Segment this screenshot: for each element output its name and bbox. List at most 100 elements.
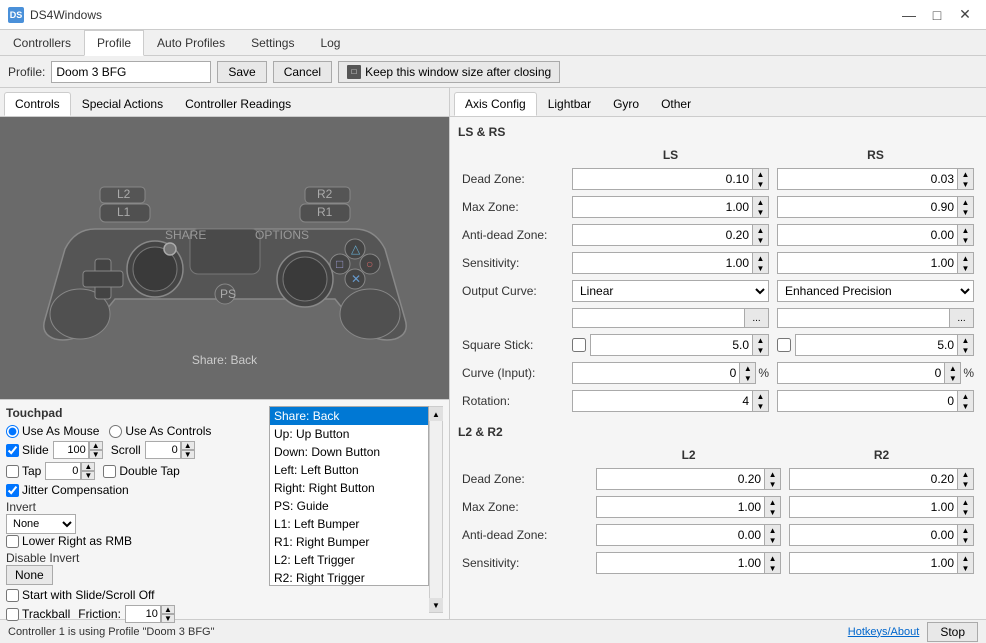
r2-dead-zone-up[interactable]: ▲ <box>957 469 973 479</box>
friction-input[interactable] <box>125 605 161 623</box>
l2-anti-dead-down[interactable]: ▼ <box>764 535 780 545</box>
scroll-up-btn[interactable]: ▲ <box>181 441 195 450</box>
share-list[interactable]: Share: Back Up: Up Button Down: Down But… <box>269 406 429 586</box>
rs-curve-up[interactable]: ▲ <box>944 363 960 373</box>
tab-lightbar[interactable]: Lightbar <box>537 92 602 116</box>
cancel-button[interactable]: Cancel <box>273 61 332 83</box>
slide-input[interactable] <box>53 441 89 459</box>
share-list-scrollbar[interactable]: ▲ ▼ <box>429 406 443 613</box>
list-item[interactable]: R1: Right Bumper <box>270 533 428 551</box>
ls-sensitivity-down[interactable]: ▼ <box>752 263 768 273</box>
lower-right-checkbox[interactable] <box>6 535 19 548</box>
scroll-up-arrow[interactable]: ▲ <box>429 407 443 421</box>
ls-dead-zone-up[interactable]: ▲ <box>752 169 768 179</box>
rs-anti-dead-zone-up[interactable]: ▲ <box>957 225 973 235</box>
double-tap-checkbox[interactable] <box>103 465 116 478</box>
rs-max-zone-input[interactable] <box>778 197 957 217</box>
tab-special-actions[interactable]: Special Actions <box>71 92 174 116</box>
slide-down-btn[interactable]: ▼ <box>89 450 103 459</box>
ls-rotation-down[interactable]: ▼ <box>752 401 768 411</box>
rs-max-zone-up[interactable]: ▲ <box>957 197 973 207</box>
start-with-label[interactable]: Start with Slide/Scroll Off <box>6 588 155 602</box>
slide-up-btn[interactable]: ▲ <box>89 441 103 450</box>
scroll-down-arrow[interactable]: ▼ <box>429 598 443 612</box>
l2-max-zone-up[interactable]: ▲ <box>764 497 780 507</box>
use-as-controls-label[interactable]: Use As Controls <box>109 424 211 438</box>
ls-rotation-input[interactable] <box>573 391 752 411</box>
ls-square-input[interactable] <box>591 335 752 355</box>
list-item[interactable]: Share: Back <box>270 407 428 425</box>
tab-controllers[interactable]: Controllers <box>0 30 84 55</box>
rs-square-down[interactable]: ▼ <box>957 345 973 355</box>
list-item[interactable]: L2: Left Trigger <box>270 551 428 569</box>
tab-other[interactable]: Other <box>650 92 702 116</box>
use-as-mouse-label[interactable]: Use As Mouse <box>6 424 99 438</box>
profile-name-input[interactable] <box>51 61 211 83</box>
tab-gyro[interactable]: Gyro <box>602 92 650 116</box>
minimize-button[interactable]: — <box>896 4 922 26</box>
ls-anti-dead-zone-input[interactable] <box>573 225 752 245</box>
rs-rotation-down[interactable]: ▼ <box>957 401 973 411</box>
list-item[interactable]: PS: Guide <box>270 497 428 515</box>
ls-square-checkbox[interactable] <box>572 338 586 352</box>
ls-sensitivity-up[interactable]: ▲ <box>752 253 768 263</box>
ls-curve-down[interactable]: ▼ <box>739 373 755 383</box>
slide-checkbox[interactable] <box>6 444 19 457</box>
rs-curve-input-field[interactable] <box>778 363 944 383</box>
ls-sensitivity-input[interactable] <box>573 253 752 273</box>
r2-anti-dead-down[interactable]: ▼ <box>957 535 973 545</box>
l2-dead-zone-input[interactable] <box>597 469 764 489</box>
ls-max-zone-down[interactable]: ▼ <box>752 207 768 217</box>
l2-dead-zone-up[interactable]: ▲ <box>764 469 780 479</box>
rs-dead-zone-up[interactable]: ▲ <box>957 169 973 179</box>
rs-dead-zone-input[interactable] <box>778 169 957 189</box>
tab-profile[interactable]: Profile <box>84 30 144 56</box>
tab-auto-profiles[interactable]: Auto Profiles <box>144 30 238 55</box>
r2-anti-dead-input[interactable] <box>790 525 957 545</box>
rs-curve-down[interactable]: ▼ <box>944 373 960 383</box>
scroll-input[interactable] <box>145 441 181 459</box>
hotkeys-link[interactable]: Hotkeys/About <box>848 626 920 638</box>
tab-settings[interactable]: Settings <box>238 30 307 55</box>
tab-log[interactable]: Log <box>307 30 353 55</box>
r2-sensitivity-up[interactable]: ▲ <box>957 553 973 563</box>
r2-max-zone-down[interactable]: ▼ <box>957 507 973 517</box>
trackball-checkbox[interactable] <box>6 608 19 621</box>
rs-max-zone-down[interactable]: ▼ <box>957 207 973 217</box>
stop-button[interactable]: Stop <box>927 622 978 642</box>
ls-curve-select[interactable]: Linear Enhanced Precision Quadratic Cubi… <box>573 281 768 301</box>
start-with-checkbox[interactable] <box>6 589 19 602</box>
close-button[interactable]: ✕ <box>952 4 978 26</box>
tab-controller-readings[interactable]: Controller Readings <box>174 92 302 116</box>
ls-square-up[interactable]: ▲ <box>752 335 768 345</box>
ls-max-zone-input[interactable] <box>573 197 752 217</box>
l2-dead-zone-down[interactable]: ▼ <box>764 479 780 489</box>
jitter-label[interactable]: Jitter Compensation <box>6 483 129 497</box>
friction-down-btn[interactable]: ▼ <box>161 614 175 623</box>
rs-rotation-input[interactable] <box>778 391 957 411</box>
list-item[interactable]: Right: Right Button <box>270 479 428 497</box>
slide-label[interactable]: Slide <box>6 443 49 457</box>
r2-sensitivity-input[interactable] <box>790 553 957 573</box>
l2-anti-dead-up[interactable]: ▲ <box>764 525 780 535</box>
r2-dead-zone-down[interactable]: ▼ <box>957 479 973 489</box>
l2-anti-dead-input[interactable] <box>597 525 764 545</box>
rs-sensitivity-input[interactable] <box>778 253 957 273</box>
rs-square-checkbox[interactable] <box>777 338 791 352</box>
ls-anti-dead-zone-down[interactable]: ▼ <box>752 235 768 245</box>
scroll-label[interactable]: Scroll <box>111 443 141 457</box>
list-item[interactable]: Left: Left Button <box>270 461 428 479</box>
ls-max-zone-up[interactable]: ▲ <box>752 197 768 207</box>
ls-extra-input[interactable] <box>573 310 744 326</box>
rs-extra-input[interactable] <box>778 310 949 326</box>
ls-dead-zone-input[interactable] <box>573 169 752 189</box>
scroll-down-btn[interactable]: ▼ <box>181 450 195 459</box>
rs-sensitivity-up[interactable]: ▲ <box>957 253 973 263</box>
l2-max-zone-down[interactable]: ▼ <box>764 507 780 517</box>
rs-square-input[interactable] <box>796 335 957 355</box>
trackball-label[interactable]: Trackball <box>6 607 70 621</box>
l2-max-zone-input[interactable] <box>597 497 764 517</box>
r2-max-zone-input[interactable] <box>790 497 957 517</box>
tap-down-btn[interactable]: ▼ <box>81 471 95 480</box>
l2-sensitivity-input[interactable] <box>597 553 764 573</box>
